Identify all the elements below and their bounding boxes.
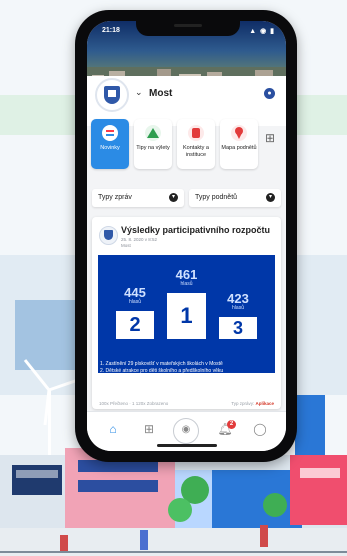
dropdown-icon: ▾	[169, 193, 178, 202]
dropdown-icon: ▾	[266, 193, 275, 202]
post-date: 25. 8. 2020 v 8:52	[121, 237, 158, 242]
home-icon: ⌂	[109, 422, 117, 436]
phone-icon	[188, 125, 204, 141]
user-icon: ◯	[253, 422, 267, 436]
votes-third: 423	[227, 291, 249, 306]
tab-profile[interactable]: ◯	[250, 422, 270, 442]
results-list: 1. Zastínění 29 pískovišť v mateřských š…	[100, 361, 276, 382]
tile-mapa[interactable]: Mapa podnětů	[220, 119, 258, 169]
info-icon[interactable]: ●	[264, 88, 275, 99]
chevron-down-icon: ⌄	[135, 87, 143, 97]
city-selector[interactable]: ⌄ Most ●	[131, 83, 279, 105]
grid-icon: ⊞	[143, 422, 155, 436]
filters-row: Typy zpráv ▾ Typy podnětů ▾	[87, 189, 286, 209]
news-card[interactable]: Výsledky participativního rozpočtu 25. 8…	[92, 217, 281, 409]
post-title: Výsledky participativního rozpočtu	[121, 225, 271, 235]
post-type-value: Aplikace	[255, 401, 274, 406]
home-indicator	[157, 444, 217, 447]
report-type-filter[interactable]: Typy podnětů ▾	[189, 189, 281, 207]
camera-icon: ◉	[181, 424, 191, 435]
city-crest-logo	[95, 78, 129, 112]
app-screen: 21:18 ▲ ◉ ▮ ⌄ Most ● Novinky Tipy na výl…	[87, 21, 286, 451]
result-item: 1. Zastínění 29 pískovišť v mateřských š…	[100, 361, 223, 367]
result-item: 2. Dětské atrakce pro děti školního a př…	[100, 368, 224, 374]
tile-label: Kontakty a instituce	[183, 145, 209, 158]
post-crest-logo	[99, 226, 118, 245]
notification-badge: 2	[227, 420, 236, 429]
podium-first: 1	[167, 293, 206, 339]
filter-label: Typy podnětů	[195, 194, 238, 201]
votes-unit: hlasů	[232, 305, 244, 311]
post-stats: 100x Přečteno · 1 120x Zobrazeno	[99, 401, 169, 406]
post-source: Most	[121, 243, 131, 248]
category-tiles: Novinky Tipy na výlety Kontakty a instit…	[87, 119, 286, 177]
votes-unit: hlasů	[129, 299, 141, 305]
votes-second: 445	[124, 285, 146, 300]
phone-notch	[136, 19, 240, 36]
tab-notifications[interactable]: 🔔︎ 2	[215, 420, 236, 442]
status-time: 21:18	[102, 27, 120, 34]
tile-label: Novinky	[100, 145, 120, 151]
tab-home[interactable]: ⌂	[103, 422, 123, 442]
tile-label: Tipy na výlety	[136, 145, 170, 151]
post-footer: 100x Přečteno · 1 120x Zobrazeno Typ zpr…	[99, 401, 274, 409]
camping-icon	[145, 125, 161, 141]
map-pin-icon	[231, 125, 247, 141]
post-type: Typ zprávy: Aplikace	[231, 401, 274, 406]
tile-novinky[interactable]: Novinky	[91, 119, 129, 169]
post-type-label: Typ zprávy:	[231, 401, 255, 406]
votes-first: 461	[175, 267, 198, 282]
results-podium-image: 445 hlasů 2 461 hlasů 1 423 hlasů 3	[98, 255, 275, 373]
city-name: Most	[149, 88, 173, 99]
tab-categories[interactable]: ⊞	[139, 422, 159, 442]
podium-third: 3	[219, 317, 257, 339]
grid-more-icon[interactable]: ⊞	[265, 131, 283, 149]
tile-label: Mapa podnětů	[221, 145, 257, 151]
podium-second: 2	[116, 311, 154, 339]
filter-label: Typy zpráv	[98, 194, 132, 201]
status-icons: ▲ ◉ ▮	[249, 28, 275, 35]
result-item: 3. Bosonožka	[100, 375, 131, 381]
tile-kontakty[interactable]: Kontakty a instituce	[177, 119, 215, 169]
tab-camera[interactable]: ◉	[173, 418, 199, 444]
votes-unit: hlasů	[180, 281, 193, 287]
news-icon	[102, 125, 118, 141]
news-type-filter[interactable]: Typy zpráv ▾	[92, 189, 184, 207]
tile-tipy[interactable]: Tipy na výlety	[134, 119, 172, 169]
